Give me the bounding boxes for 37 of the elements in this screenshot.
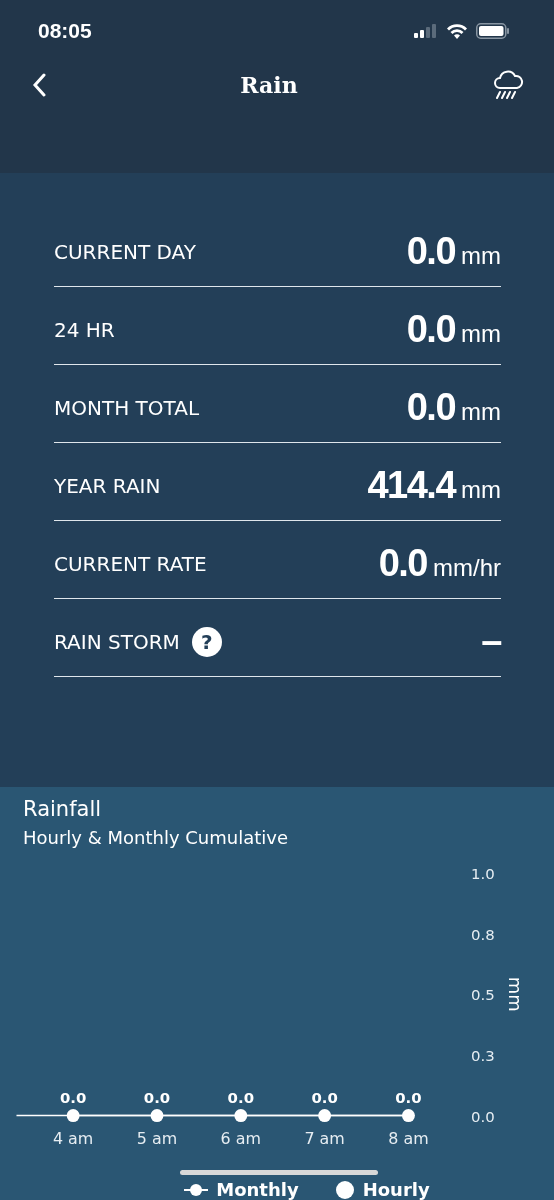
data-label: 0.0: [395, 1088, 422, 1107]
stat-label: CURRENT RATE: [54, 551, 207, 576]
stat-unit: mm: [461, 242, 501, 270]
x-tick-label: 5 am: [136, 1129, 178, 1149]
stat-unit: mm: [461, 476, 501, 504]
x-tick-label: 4 am: [52, 1129, 94, 1149]
status-time: 08:05: [38, 19, 92, 43]
stat-value: 0.0: [406, 308, 455, 351]
data-label: 0.0: [143, 1088, 171, 1107]
stat-unit: mm: [461, 398, 501, 426]
y-tick-label: 0.8: [470, 925, 495, 944]
y-tick-label: 0.0: [470, 1107, 495, 1126]
stat-value: 0.0: [406, 230, 455, 273]
stat-unit: mm/hr: [433, 554, 501, 582]
stat-value: 0.0: [406, 386, 455, 429]
x-tick-label: 6 am: [220, 1129, 261, 1149]
stat-value: –: [481, 620, 501, 663]
data-label: 0.0: [311, 1088, 338, 1107]
stat-unit: mm: [461, 320, 501, 348]
y-tick-label: 1.0: [470, 864, 495, 883]
x-tick-label: 8 am: [388, 1129, 429, 1149]
stat-label: RAIN STORM: [54, 629, 180, 654]
x-tick-label: 7 am: [304, 1129, 345, 1149]
stat-value: 414.4: [367, 464, 455, 507]
stat-label: YEAR RAIN: [54, 473, 161, 498]
stat-label: 24 HR: [54, 317, 115, 342]
stat-label: MONTH TOTAL: [54, 395, 200, 420]
stat-value: 0.0: [378, 542, 427, 585]
stat-label: CURRENT DAY: [54, 239, 196, 264]
y-tick-label: 0.5: [470, 985, 495, 1004]
y-tick-label: 0.3: [470, 1046, 495, 1065]
data-label: 0.0: [227, 1088, 254, 1107]
page-title: Rain: [240, 72, 298, 98]
y-axis-label: mm: [504, 976, 526, 1012]
chart-title: Rainfall: [23, 797, 103, 821]
chart-subtitle: Hourly & Monthly Cumulative: [23, 827, 290, 848]
data-label: 0.0: [59, 1088, 87, 1107]
